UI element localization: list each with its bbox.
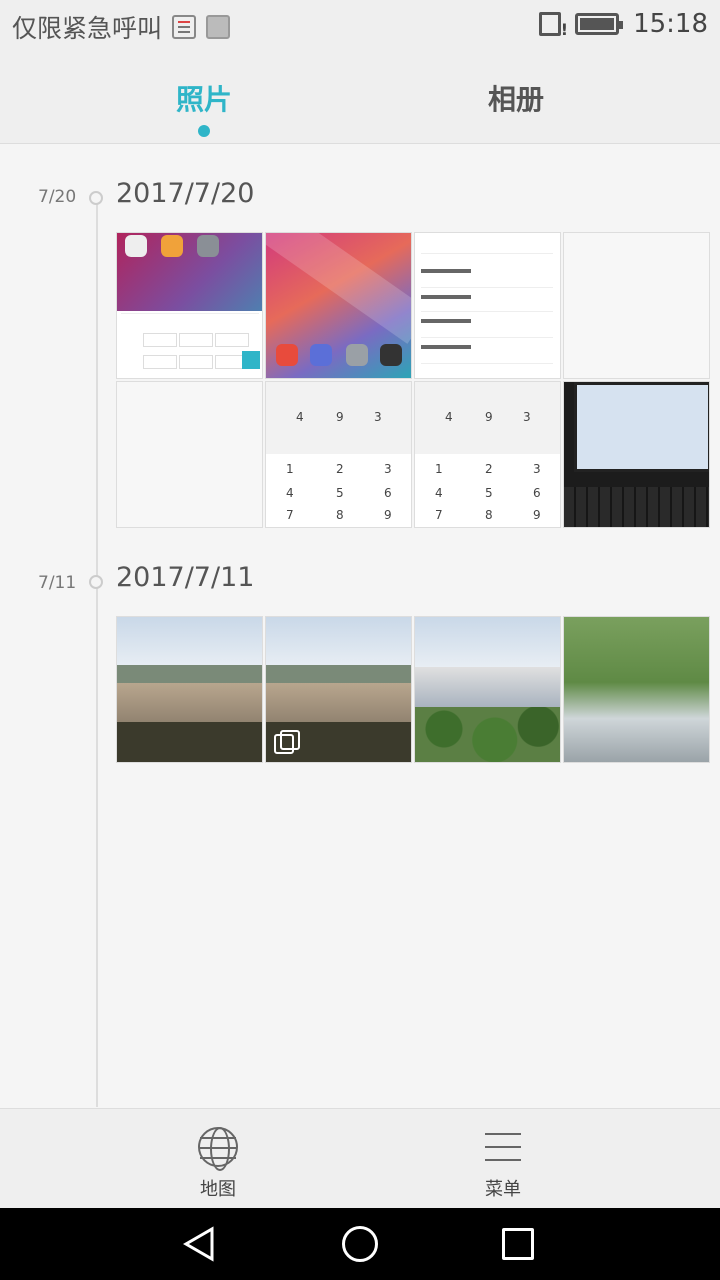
timeline-line (96, 197, 98, 1107)
globe-icon (198, 1127, 238, 1171)
photo-thumbnail[interactable] (563, 616, 710, 763)
photo-thumbnail[interactable]: 4 9 3 1 2 3 4 5 6 7 8 9 (265, 381, 412, 528)
menu-button[interactable]: 菜单 (443, 1127, 563, 1201)
map-button[interactable]: 地图 (158, 1127, 278, 1201)
photo-thumbnail[interactable] (265, 232, 412, 379)
home-button[interactable] (342, 1226, 378, 1262)
menu-icon (485, 1127, 521, 1167)
menu-label: 菜单 (485, 1179, 521, 1200)
battery-icon (575, 13, 624, 35)
status-bar: 仅限紧急呼叫 15:18 (0, 0, 720, 50)
status-right: 15:18 (539, 9, 708, 39)
photo-thumbnail[interactable] (116, 616, 263, 763)
section-short-date: 7/20 (38, 187, 77, 207)
photo-thumbnail[interactable] (563, 232, 710, 379)
map-label: 地图 (200, 1179, 236, 1200)
photo-timeline[interactable]: 7/20 2017/7/20 4 9 3 1 2 3 4 5 6 7 8 9 4… (0, 145, 720, 1107)
photo-thumbnail[interactable] (414, 616, 561, 763)
photo-grid (116, 616, 710, 763)
section-short-date: 7/11 (38, 573, 77, 593)
image-icon (206, 15, 231, 39)
photo-thumbnail[interactable]: 4 9 3 1 2 3 4 5 6 7 8 9 (414, 381, 561, 528)
carrier-text: 仅限紧急呼叫 (12, 14, 163, 43)
bottom-action-bar: 地图 菜单 (0, 1108, 720, 1208)
tab-bar: 照片 相册 (0, 50, 720, 144)
tab-albums[interactable]: 相册 (436, 78, 596, 118)
status-left: 仅限紧急呼叫 (12, 9, 231, 45)
timeline-node (89, 191, 103, 205)
section-date: 2017/7/11 (116, 562, 255, 593)
section-date: 2017/7/20 (116, 178, 255, 209)
photo-grid: 4 9 3 1 2 3 4 5 6 7 8 9 4 9 3 1 2 3 4 5 … (116, 232, 710, 528)
photo-thumbnail[interactable] (116, 232, 263, 379)
photo-thumbnail[interactable] (116, 381, 263, 528)
burst-icon (274, 730, 300, 754)
system-nav-bar (0, 1208, 720, 1280)
photo-thumbnail[interactable] (265, 616, 412, 763)
recents-button[interactable] (502, 1228, 534, 1260)
photo-thumbnail[interactable] (563, 381, 710, 528)
timeline-node (89, 575, 103, 589)
clock: 15:18 (633, 9, 708, 39)
active-tab-indicator (198, 125, 210, 137)
tab-photos[interactable]: 照片 (124, 78, 284, 118)
sim-alert-icon (539, 12, 568, 39)
back-icon (182, 1226, 214, 1262)
back-button[interactable] (182, 1226, 218, 1262)
note-icon (172, 15, 197, 39)
photo-thumbnail[interactable] (414, 232, 561, 379)
